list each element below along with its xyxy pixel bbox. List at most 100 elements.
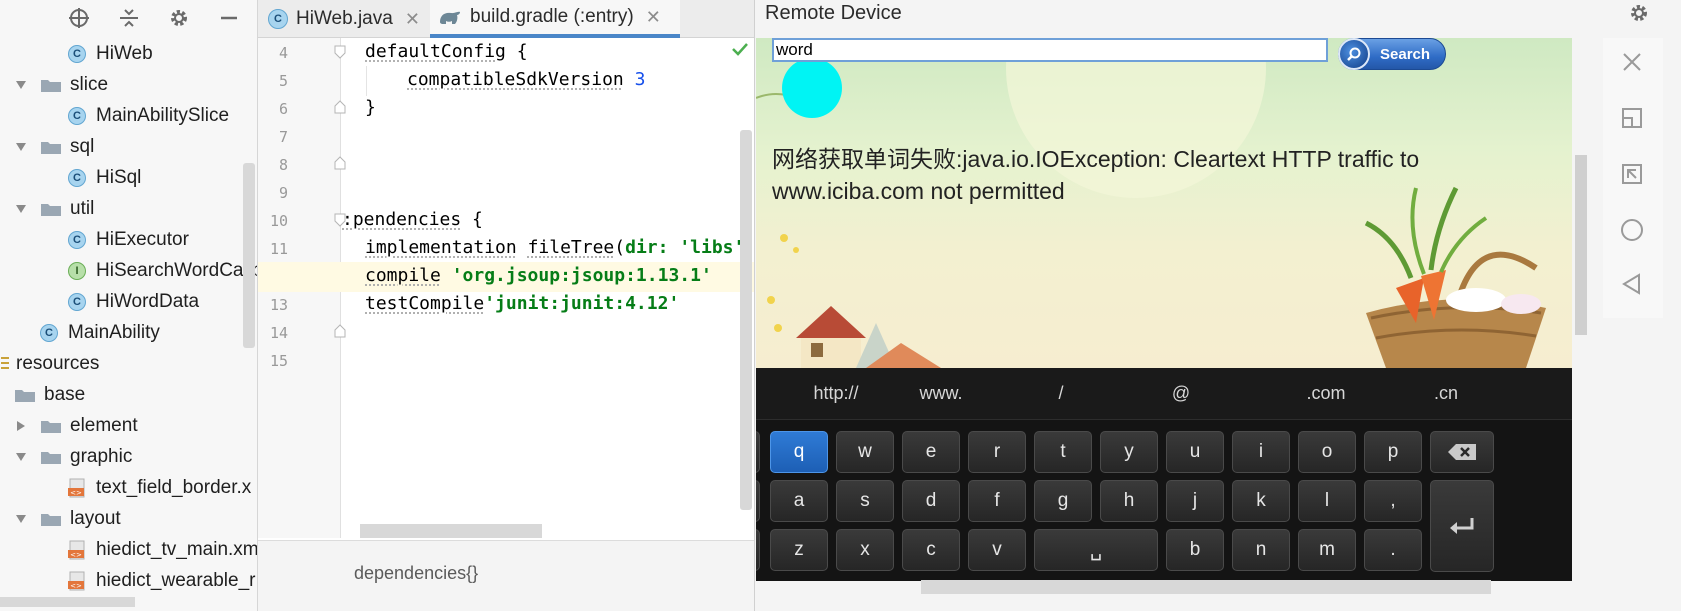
soft-keyboard: q w e r t y u i o p a s d f g h j k l , … [756,420,1572,581]
tree-item[interactable]: C HiSql [68,162,141,193]
key-v[interactable]: v [968,529,1026,571]
fold-marker-icon[interactable] [334,324,346,338]
tree-item[interactable]: <> hiedict_tv_main.xm [68,534,257,565]
project-vertical-scrollbar[interactable] [243,163,255,348]
quick-key[interactable]: .com [1296,383,1356,404]
tree-item[interactable]: C MainAbilitySlice [68,100,229,131]
key-c[interactable]: c [902,529,960,571]
code-line-11[interactable]: implementation fileTree(dir: 'libs' [365,237,744,258]
tree-item[interactable]: <> text_field_border.x [68,472,251,503]
key-l[interactable]: l [1298,480,1356,522]
key-b[interactable]: b [1166,529,1224,571]
key-i[interactable]: i [1232,431,1290,473]
chevron-down-icon[interactable] [14,512,28,526]
chevron-down-icon[interactable] [14,450,28,464]
tree-item[interactable]: C HiWeb [68,38,153,69]
fold-marker-icon[interactable] [334,45,346,59]
tree-item[interactable]: I HiSearchWordCallb [68,255,257,286]
home-circle-icon[interactable] [1618,216,1646,244]
tree-item[interactable]: base [14,379,85,410]
tree-item[interactable]: slice [14,69,108,100]
key-d[interactable]: d [902,480,960,522]
chevron-down-icon[interactable] [14,140,28,154]
space-key[interactable]: ␣ [1034,529,1158,571]
tree-item[interactable]: C HiExecutor [68,224,189,255]
quick-key[interactable]: www. [906,383,976,404]
tree-item[interactable]: sql [14,131,94,162]
device-screen[interactable]: word Search 网络获取单词失败:java.io.IOException… [756,38,1572,581]
code-line-12[interactable]: compile 'org.jsoup:jsoup:1.13.1' [365,265,712,286]
key-p[interactable]: p [1364,431,1422,473]
enter-key[interactable] [1430,480,1494,572]
chevron-right-icon[interactable] [14,419,28,433]
key-q[interactable]: q [770,431,828,473]
key-o[interactable]: o [1298,431,1356,473]
project-horizontal-scrollbar[interactable] [0,597,135,607]
breadcrumb-bar: dependencies{} [258,540,754,611]
tree-item[interactable]: <> hiedict_wearable_r [68,565,256,596]
editor-vertical-scrollbar[interactable] [740,130,752,510]
key-u[interactable]: u [1166,431,1224,473]
remote-horizontal-scrollbar[interactable] [921,580,1491,594]
quick-key[interactable]: / [1046,383,1076,404]
key-comma[interactable]: , [1364,480,1422,522]
line-number: 10 [269,212,288,230]
search-button[interactable]: Search [1338,38,1446,70]
code-line-6[interactable]: } [365,97,376,118]
minimize-icon[interactable] [218,7,240,29]
code-line-13[interactable]: testCompile'junit:junit:4.12' [365,293,679,314]
tree-item[interactable]: graphic [14,441,132,472]
svg-text:<>: <> [70,489,82,497]
collapse-all-icon[interactable] [118,7,140,29]
key-t[interactable]: t [1034,431,1092,473]
key-s[interactable]: s [836,480,894,522]
breadcrumb[interactable]: dependencies{} [354,563,478,584]
restore-window-icon[interactable] [1618,104,1646,132]
tab-hiweb-java[interactable]: C HiWeb.java ✕ [258,0,430,38]
key-j[interactable]: j [1166,480,1224,522]
code-line-5[interactable]: compatibleSdkVersion 3 [407,69,645,90]
key-m[interactable]: m [1298,529,1356,571]
tree-item[interactable]: C HiWordData [68,286,199,317]
close-icon[interactable]: ✕ [646,7,661,28]
back-triangle-icon[interactable] [1618,270,1646,298]
close-icon[interactable] [1618,48,1646,76]
key-a[interactable]: a [770,480,828,522]
gear-icon[interactable] [1628,2,1650,29]
tree-item[interactable]: C MainAbility [40,317,160,348]
key-k[interactable]: k [1232,480,1290,522]
key-e[interactable]: e [902,431,960,473]
fold-marker-icon[interactable] [334,100,346,114]
editor-horizontal-scrollbar[interactable] [360,524,542,538]
tree-item[interactable]: util [14,193,94,224]
tree-item[interactable]: layout [14,503,121,534]
chevron-down-icon[interactable] [14,202,28,216]
key-x[interactable]: x [836,529,894,571]
locate-icon[interactable] [68,7,90,29]
key-g[interactable]: g [1034,480,1092,522]
key-r[interactable]: r [968,431,1026,473]
fullscreen-icon[interactable] [1618,160,1646,188]
backspace-key[interactable] [1430,431,1494,473]
quick-key[interactable]: @ [1166,383,1196,404]
key-n[interactable]: n [1232,529,1290,571]
gear-icon[interactable] [168,7,190,29]
key-y[interactable]: y [1100,431,1158,473]
tree-item[interactable]: element [14,410,138,441]
code-line-4[interactable]: defaultConfig { [365,41,528,62]
chevron-down-icon[interactable] [14,78,28,92]
key-period[interactable]: . [1364,529,1422,571]
key-f[interactable]: f [968,480,1026,522]
tab-build-gradle[interactable]: build.gradle (:entry) ✕ [430,0,680,38]
quick-key[interactable]: http:// [796,383,876,404]
quick-key[interactable]: .cn [1426,383,1466,404]
tree-item[interactable]: resources [0,348,99,379]
close-icon[interactable]: ✕ [405,9,420,30]
word-input[interactable]: word [772,38,1328,62]
key-h[interactable]: h [1100,480,1158,522]
key-z[interactable]: z [770,529,828,571]
code-line-10[interactable]: :pendencies { [342,209,483,230]
key-w[interactable]: w [836,431,894,473]
fold-marker-icon[interactable] [334,156,346,170]
line-number: 4 [278,44,288,62]
